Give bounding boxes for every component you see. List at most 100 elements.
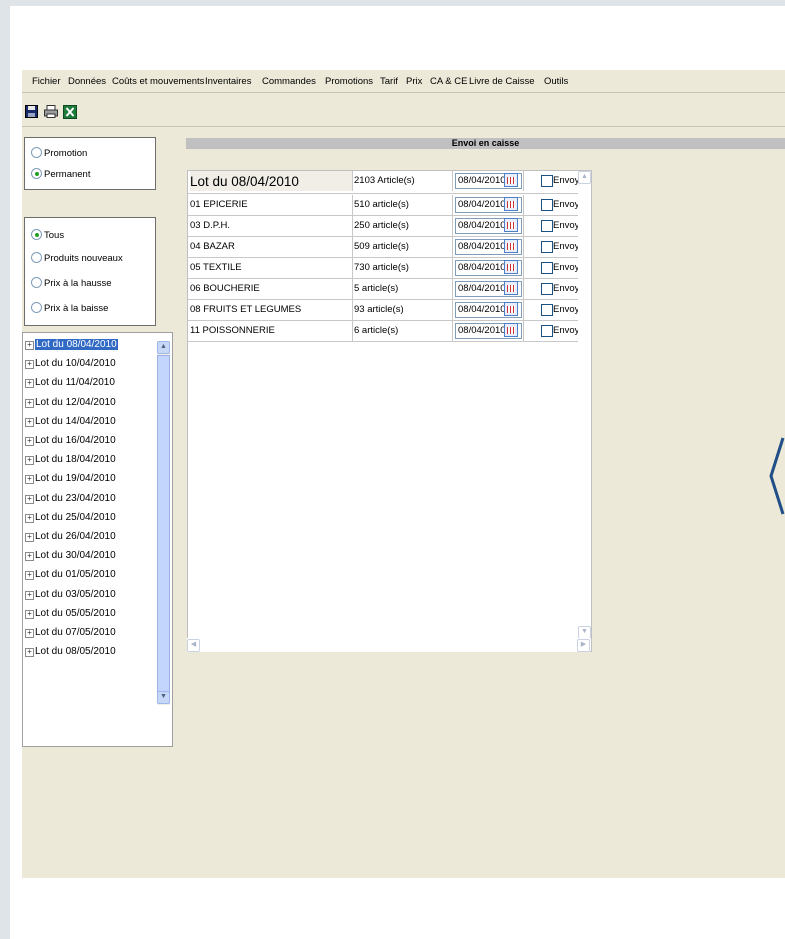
radio-indicator bbox=[31, 302, 42, 313]
radio-indicator bbox=[31, 229, 42, 240]
tree-item[interactable]: + Lot du 07/05/2010 bbox=[25, 627, 116, 641]
send-checkbox[interactable] bbox=[541, 175, 553, 187]
expand-icon[interactable]: + bbox=[25, 609, 34, 619]
radio-indicator bbox=[31, 147, 42, 158]
tree-item[interactable]: + Lot du 23/04/2010 bbox=[25, 493, 116, 507]
tree-item[interactable]: + Lot du 01/05/2010 bbox=[25, 569, 116, 583]
tree-item[interactable]: + Lot du 08/05/2010 bbox=[25, 646, 116, 660]
expand-icon[interactable]: + bbox=[25, 494, 34, 504]
menu-inventaires[interactable]: Inventaires bbox=[205, 76, 251, 87]
grid-scrollbar[interactable]: ▲ ▼ bbox=[578, 171, 591, 639]
menu-prix[interactable]: Prix bbox=[406, 76, 422, 87]
expand-icon[interactable]: + bbox=[25, 629, 34, 638]
expand-icon[interactable]: + bbox=[25, 475, 34, 485]
calendar-icon[interactable] bbox=[504, 302, 518, 316]
calendar-icon[interactable] bbox=[504, 260, 518, 274]
expand-icon[interactable]: + bbox=[25, 590, 34, 600]
expand-icon[interactable]: + bbox=[25, 437, 34, 446]
column-divider bbox=[523, 258, 524, 278]
menu-donnees[interactable]: Données bbox=[68, 76, 106, 87]
window-frame-left bbox=[0, 0, 10, 939]
tree-item[interactable]: + Lot du 19/04/2010 bbox=[25, 473, 116, 487]
tree-item-label: Lot du 25/04/2010 bbox=[35, 511, 116, 523]
menu-promotions[interactable]: Promotions bbox=[325, 76, 373, 87]
radio-indicator bbox=[31, 168, 42, 179]
menu-ca-ce[interactable]: CA & CE bbox=[430, 76, 468, 87]
scroll-left-icon[interactable]: ◀ bbox=[187, 639, 200, 652]
tree-item[interactable]: + Lot du 30/04/2010 bbox=[25, 550, 116, 564]
column-divider bbox=[523, 171, 524, 191]
tree-item[interactable]: + Lot du 11/04/2010 bbox=[25, 377, 115, 391]
radio-prix-hausse[interactable]: Prix à la hausse bbox=[31, 277, 112, 292]
tree-scrollbar[interactable]: ▲ ▼ bbox=[157, 341, 170, 705]
radio-permanent[interactable]: Permanent bbox=[31, 168, 91, 183]
calendar-icon[interactable] bbox=[504, 197, 518, 211]
menu-livre-de-caisse[interactable]: Livre de Caisse bbox=[469, 76, 534, 87]
expand-icon[interactable]: + bbox=[25, 398, 34, 408]
scroll-up-icon[interactable]: ▲ bbox=[578, 171, 591, 184]
menu-fichier[interactable]: Fichier bbox=[32, 76, 61, 87]
calendar-icon[interactable] bbox=[504, 173, 518, 187]
calendar-icon[interactable] bbox=[504, 281, 518, 295]
radio-indicator bbox=[31, 277, 42, 288]
radio-prix-baisse[interactable]: Prix à la baisse bbox=[31, 302, 109, 317]
menu-commandes[interactable]: Commandes bbox=[262, 76, 316, 87]
scroll-thumb[interactable] bbox=[157, 355, 170, 693]
column-divider bbox=[523, 237, 524, 257]
radio-label: Permanent bbox=[44, 169, 91, 181]
tree-item-label: Lot du 30/04/2010 bbox=[35, 550, 116, 562]
radio-promotion[interactable]: Promotion bbox=[31, 147, 87, 162]
tree-item[interactable]: + Lot du 14/04/2010 bbox=[25, 416, 116, 430]
radio-label: Prix à la baisse bbox=[44, 303, 109, 315]
tree-item-label: Lot du 01/05/2010 bbox=[35, 569, 116, 581]
tree-item[interactable]: + Lot du 26/04/2010 bbox=[25, 531, 116, 545]
expand-icon[interactable]: + bbox=[25, 533, 34, 542]
chevron-left-icon[interactable] bbox=[768, 436, 785, 516]
calendar-icon[interactable] bbox=[504, 323, 518, 337]
expand-icon[interactable]: + bbox=[25, 360, 34, 370]
expand-icon[interactable]: + bbox=[25, 341, 34, 350]
column-divider bbox=[523, 195, 524, 215]
tree-item[interactable]: + Lot du 16/04/2010 bbox=[25, 435, 116, 449]
tree-item[interactable]: + Lot du 25/04/2010 bbox=[25, 512, 116, 526]
tree-item[interactable]: + Lot du 08/04/2010 bbox=[25, 339, 118, 353]
calendar-icon[interactable] bbox=[504, 218, 518, 232]
send-checkbox[interactable] bbox=[541, 325, 553, 337]
menu-outils[interactable]: Outils bbox=[544, 76, 568, 87]
article-count: 250 article(s) bbox=[354, 216, 453, 236]
expand-icon[interactable]: + bbox=[25, 571, 34, 581]
expand-icon[interactable]: + bbox=[25, 552, 34, 562]
tree-item[interactable]: + Lot du 10/04/2010 bbox=[25, 358, 116, 372]
send-checkbox[interactable] bbox=[541, 220, 553, 232]
expand-icon[interactable]: + bbox=[25, 417, 34, 427]
expand-icon[interactable]: + bbox=[25, 648, 34, 658]
radio-tous[interactable]: Tous bbox=[31, 229, 64, 244]
table-row: 06 BOUCHERIE 5 article(s) 08/04/2010 Envoye… bbox=[188, 279, 590, 300]
expand-icon[interactable]: + bbox=[25, 456, 34, 466]
send-checkbox[interactable] bbox=[541, 199, 553, 211]
scroll-down-icon[interactable]: ▼ bbox=[157, 691, 170, 704]
tree-item-label: Lot du 07/05/2010 bbox=[35, 627, 116, 638]
excel-icon[interactable] bbox=[63, 105, 77, 119]
lot-name: 03 D.P.H. bbox=[190, 216, 353, 236]
calendar-icon[interactable] bbox=[504, 239, 518, 253]
send-checkbox[interactable] bbox=[541, 241, 553, 253]
scroll-right-icon[interactable]: ▶ bbox=[577, 639, 590, 652]
grid-hscrollbar[interactable]: ◀ ▶ bbox=[187, 638, 590, 652]
menu-tarif[interactable]: Tarif bbox=[380, 76, 398, 87]
send-checkbox[interactable] bbox=[541, 304, 553, 316]
tree-item[interactable]: + Lot du 03/05/2010 bbox=[25, 589, 116, 603]
menu-couts-et-mouvements[interactable]: Coûts et mouvements bbox=[112, 76, 204, 87]
column-divider bbox=[523, 321, 524, 341]
radio-produits-nouveaux[interactable]: Produits nouveaux bbox=[31, 252, 123, 267]
expand-icon[interactable]: + bbox=[25, 513, 34, 523]
scroll-up-icon[interactable]: ▲ bbox=[157, 341, 170, 354]
send-checkbox[interactable] bbox=[541, 262, 553, 274]
print-icon[interactable] bbox=[44, 105, 58, 118]
tree-item[interactable]: + Lot du 05/05/2010 bbox=[25, 608, 116, 622]
save-icon[interactable] bbox=[25, 105, 38, 118]
send-checkbox[interactable] bbox=[541, 283, 553, 295]
tree-item[interactable]: + Lot du 18/04/2010 bbox=[25, 454, 116, 468]
tree-item[interactable]: + Lot du 12/04/2010 bbox=[25, 397, 116, 411]
expand-icon[interactable]: + bbox=[25, 379, 34, 389]
